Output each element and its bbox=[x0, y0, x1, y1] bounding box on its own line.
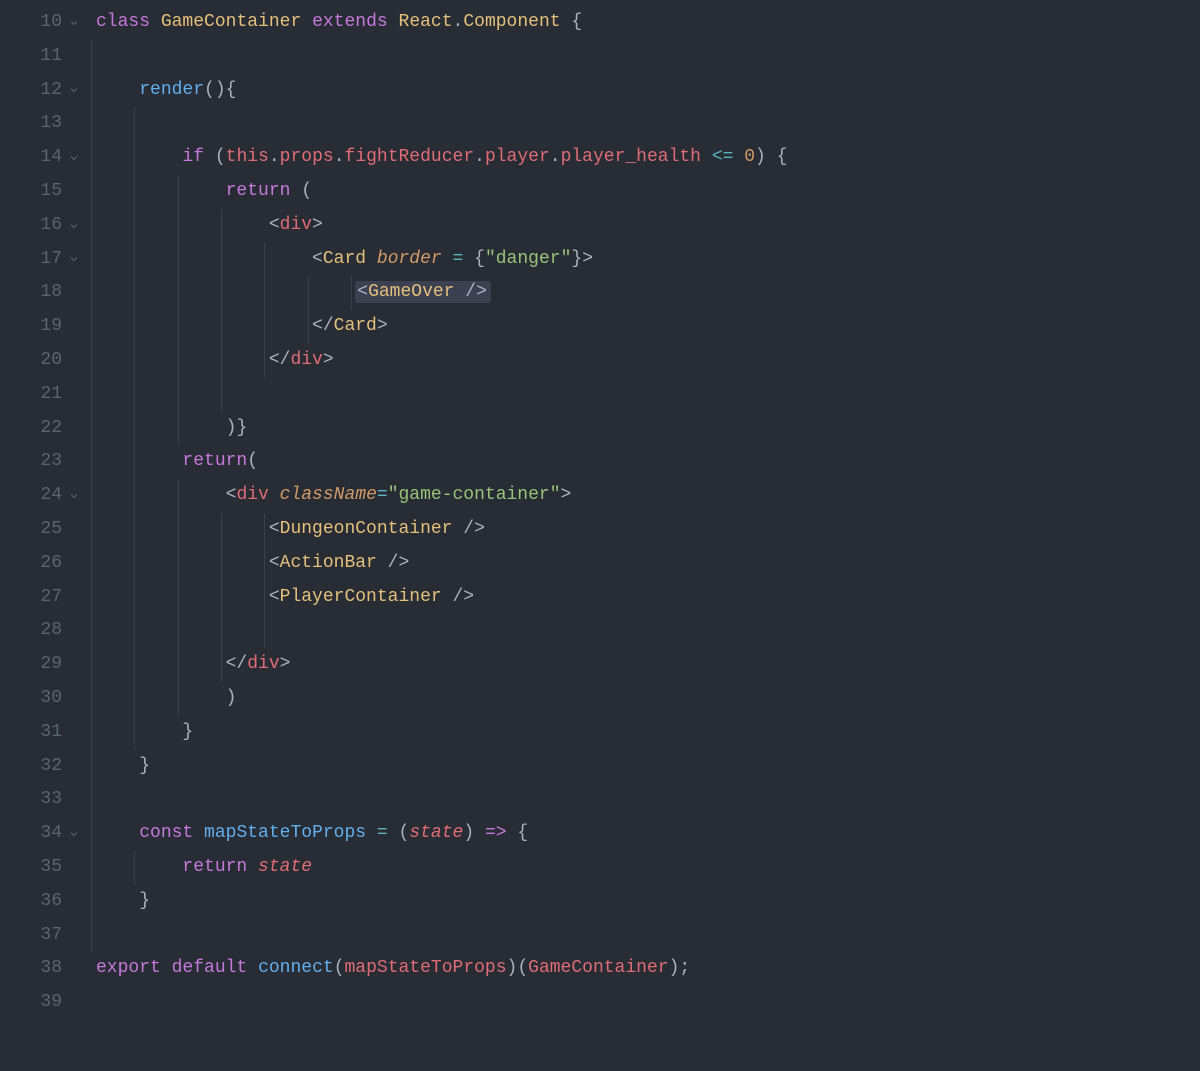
line-number: 39 bbox=[26, 986, 62, 1020]
line-number: 28 bbox=[26, 614, 62, 648]
code-line[interactable] bbox=[96, 378, 1200, 412]
code-line[interactable]: const mapStateToProps = (state) => { bbox=[96, 817, 1200, 851]
code-line[interactable]: return ( bbox=[96, 175, 1200, 209]
code-line[interactable]: <Card border = {"danger"}> bbox=[96, 243, 1200, 277]
line-number: 38 bbox=[26, 952, 62, 986]
line-number: 31 bbox=[26, 716, 62, 750]
line-number: 25 bbox=[26, 513, 62, 547]
code-line[interactable]: ) bbox=[96, 682, 1200, 716]
code-line[interactable]: if (this.props.fightReducer.player.playe… bbox=[96, 141, 1200, 175]
line-number: 21 bbox=[26, 378, 62, 412]
code-line[interactable]: <PlayerContainer /> bbox=[96, 581, 1200, 615]
line-number: 19 bbox=[26, 310, 62, 344]
fold-toggle[interactable] bbox=[62, 84, 86, 96]
fold-toggle[interactable] bbox=[62, 828, 86, 840]
line-number: 10 bbox=[26, 6, 62, 40]
code-line[interactable]: )} bbox=[96, 412, 1200, 446]
code-line[interactable]: } bbox=[96, 885, 1200, 919]
code-line[interactable]: } bbox=[96, 750, 1200, 784]
line-number: 15 bbox=[26, 175, 62, 209]
line-number: 37 bbox=[26, 919, 62, 953]
code-line[interactable]: class GameContainer extends React.Compon… bbox=[96, 6, 1200, 40]
code-editor[interactable]: 1011121314151617181920212223242526272829… bbox=[0, 0, 1200, 1071]
line-number: 33 bbox=[26, 783, 62, 817]
line-number: 23 bbox=[26, 445, 62, 479]
code-line[interactable]: <DungeonContainer /> bbox=[96, 513, 1200, 547]
line-number: 32 bbox=[26, 750, 62, 784]
line-number: 16 bbox=[26, 209, 62, 243]
line-number: 34 bbox=[26, 817, 62, 851]
fold-toggle[interactable] bbox=[62, 17, 86, 29]
code-line[interactable]: <GameOver /> bbox=[96, 276, 1200, 310]
fold-toggle[interactable] bbox=[62, 152, 86, 164]
code-line[interactable] bbox=[96, 614, 1200, 648]
gutter: 1011121314151617181920212223242526272829… bbox=[0, 6, 90, 1071]
line-number: 36 bbox=[26, 885, 62, 919]
line-number: 12 bbox=[26, 74, 62, 108]
line-number: 11 bbox=[26, 40, 62, 74]
line-number: 26 bbox=[26, 547, 62, 581]
code-line[interactable]: } bbox=[96, 716, 1200, 750]
code-line[interactable]: <div> bbox=[96, 209, 1200, 243]
line-number: 30 bbox=[26, 682, 62, 716]
code-line[interactable]: return( bbox=[96, 445, 1200, 479]
code-line[interactable]: return state bbox=[96, 851, 1200, 885]
line-number: 13 bbox=[26, 107, 62, 141]
code-area[interactable]: class GameContainer extends React.Compon… bbox=[90, 6, 1200, 1071]
code-line[interactable]: </div> bbox=[96, 344, 1200, 378]
code-line[interactable] bbox=[96, 107, 1200, 141]
line-number: 14 bbox=[26, 141, 62, 175]
line-number: 17 bbox=[26, 243, 62, 277]
line-number: 35 bbox=[26, 851, 62, 885]
line-number: 22 bbox=[26, 412, 62, 446]
code-line[interactable] bbox=[96, 40, 1200, 74]
selection-highlight: <GameOver /> bbox=[355, 281, 491, 303]
line-number: 27 bbox=[26, 581, 62, 615]
code-line[interactable]: export default connect(mapStateToProps)(… bbox=[96, 952, 1200, 986]
fold-toggle[interactable] bbox=[62, 490, 86, 502]
code-line[interactable]: <div className="game-container"> bbox=[96, 479, 1200, 513]
code-line[interactable] bbox=[96, 783, 1200, 817]
fold-toggle[interactable] bbox=[62, 253, 86, 265]
line-number: 20 bbox=[26, 344, 62, 378]
code-line[interactable] bbox=[96, 986, 1200, 1020]
line-number: 29 bbox=[26, 648, 62, 682]
code-line[interactable] bbox=[96, 919, 1200, 953]
fold-toggle[interactable] bbox=[62, 220, 86, 232]
line-number: 18 bbox=[26, 276, 62, 310]
line-number: 24 bbox=[26, 479, 62, 513]
code-line[interactable]: </div> bbox=[96, 648, 1200, 682]
code-line[interactable]: </Card> bbox=[96, 310, 1200, 344]
code-line[interactable]: render(){ bbox=[96, 74, 1200, 108]
code-line[interactable]: <ActionBar /> bbox=[96, 547, 1200, 581]
